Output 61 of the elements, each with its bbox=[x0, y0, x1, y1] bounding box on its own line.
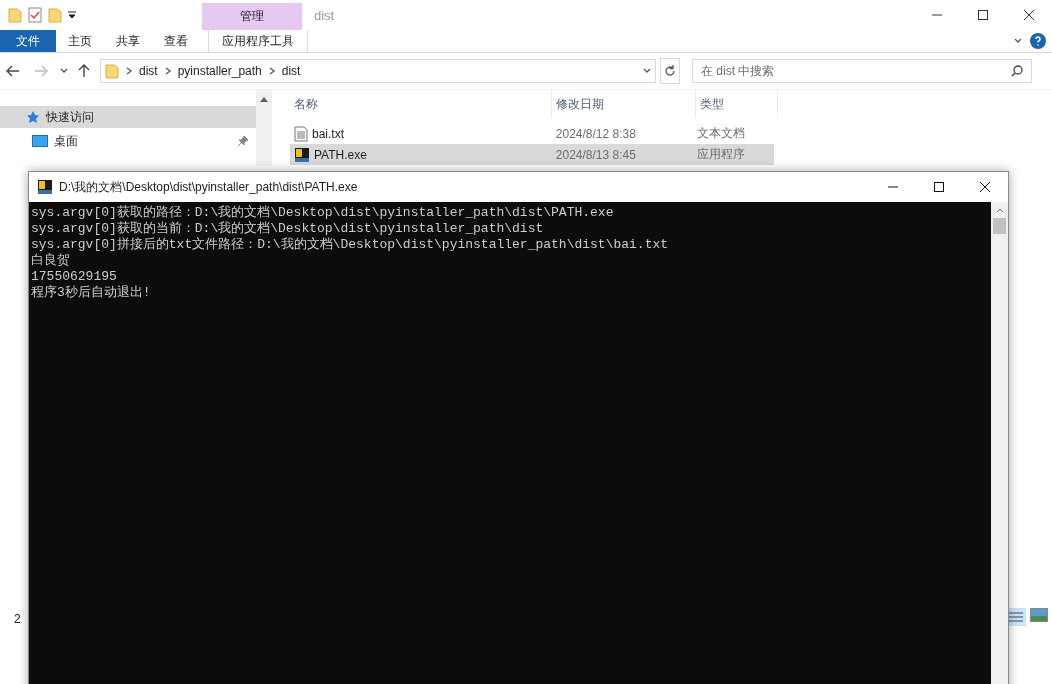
ribbon-tab[interactable]: 查看 bbox=[152, 30, 200, 52]
file-date: 2024/8/12 8:38 bbox=[555, 126, 636, 141]
help-icon[interactable] bbox=[1030, 33, 1046, 49]
file-type: 应用程序 bbox=[696, 146, 745, 163]
chevron-icon bbox=[267, 67, 276, 75]
file-date: 2024/8/13 8:45 bbox=[555, 147, 636, 162]
console-line: sys.argv[0]拼接后的txt文件路径：D:\我的文档\Desktop\dist\pyinstaller_path\dist\bai.txt bbox=[31, 237, 670, 253]
recent-dropdown-icon[interactable] bbox=[60, 67, 68, 75]
file-row[interactable]: PATH.exe 2024/8/13 8:45 应用程序 bbox=[290, 144, 774, 165]
context-tab-header: 管理 bbox=[202, 3, 302, 30]
breadcrumb-item[interactable]: dist bbox=[139, 64, 158, 78]
console-line: 17550629195 bbox=[31, 269, 118, 285]
console-line: sys.argv[0]获取的当前：D:\我的文档\Desktop\dist\pyinstaller_path\dist bbox=[31, 221, 545, 237]
nav-item[interactable]: 桌面 bbox=[0, 130, 256, 152]
search-field[interactable]: 在 dist 中搜索 bbox=[692, 59, 1032, 83]
console-title: D:\我的文档\Desktop\dist\pyinstaller_path\dist\PATH.exe bbox=[58, 178, 359, 196]
close-icon[interactable] bbox=[1024, 10, 1034, 20]
ribbon-tab[interactable]: 共享 bbox=[104, 30, 152, 52]
breadcrumb-item[interactable]: dist bbox=[281, 64, 301, 78]
column-header[interactable]: 名称 bbox=[290, 90, 552, 118]
file-type: 文本文档 bbox=[696, 125, 745, 142]
expand-ribbon-icon[interactable] bbox=[1014, 37, 1022, 45]
refresh-icon bbox=[664, 65, 676, 77]
up-icon[interactable] bbox=[78, 64, 90, 78]
star-icon bbox=[26, 110, 40, 124]
item-count: 2 bbox=[14, 612, 21, 626]
maximize-icon[interactable] bbox=[978, 10, 988, 20]
file-row[interactable]: bai.txt 2024/8/12 8:38 文本文档 bbox=[290, 123, 774, 144]
console-line: 白良贺 bbox=[31, 253, 71, 269]
console-line: 程序3秒后自动退出! bbox=[31, 285, 152, 301]
column-header[interactable]: 类型 bbox=[696, 90, 778, 118]
refresh-button[interactable] bbox=[660, 58, 680, 84]
console-line: sys.argv[0]获取的路径：D:\我的文档\Desktop\dist\pyinstaller_path\dist\PATH.exe bbox=[31, 205, 615, 221]
maximize-icon[interactable] bbox=[934, 182, 944, 192]
chevron-icon bbox=[163, 67, 172, 75]
desktop-icon bbox=[32, 134, 48, 148]
folder-icon bbox=[105, 63, 119, 79]
ribbon-tab[interactable]: 主页 bbox=[56, 30, 104, 52]
breadcrumb-item[interactable]: pyinstaller_path bbox=[177, 64, 262, 78]
dropdown-icon[interactable] bbox=[643, 67, 651, 75]
column-header[interactable]: 修改日期 bbox=[552, 90, 696, 118]
customize-menu-icon[interactable] bbox=[68, 11, 76, 19]
document-icon bbox=[294, 125, 308, 142]
back-icon[interactable] bbox=[6, 65, 20, 77]
search-icon bbox=[1011, 65, 1023, 77]
file-name: PATH.exe bbox=[314, 147, 367, 162]
window-title: dist bbox=[313, 6, 336, 25]
scroll-thumb[interactable] bbox=[993, 218, 1006, 234]
scroll-up-icon[interactable] bbox=[260, 96, 268, 102]
app-icon bbox=[37, 179, 53, 195]
app-icon bbox=[294, 146, 310, 163]
scroll-up-icon[interactable] bbox=[995, 206, 1004, 214]
address-bar[interactable]: dist pyinstaller_path dist bbox=[100, 59, 656, 83]
ribbon-tab[interactable]: 文件 bbox=[0, 30, 56, 52]
thumbnail-view-icon[interactable] bbox=[1030, 608, 1048, 622]
file-name: bai.txt bbox=[312, 126, 344, 141]
chevron-icon bbox=[125, 67, 133, 75]
properties-icon[interactable] bbox=[28, 7, 42, 23]
nav-item[interactable]: 快速访问 bbox=[0, 106, 256, 128]
ribbon-tab[interactable]: 应用程序工具 bbox=[208, 30, 308, 52]
close-icon[interactable] bbox=[980, 182, 990, 192]
